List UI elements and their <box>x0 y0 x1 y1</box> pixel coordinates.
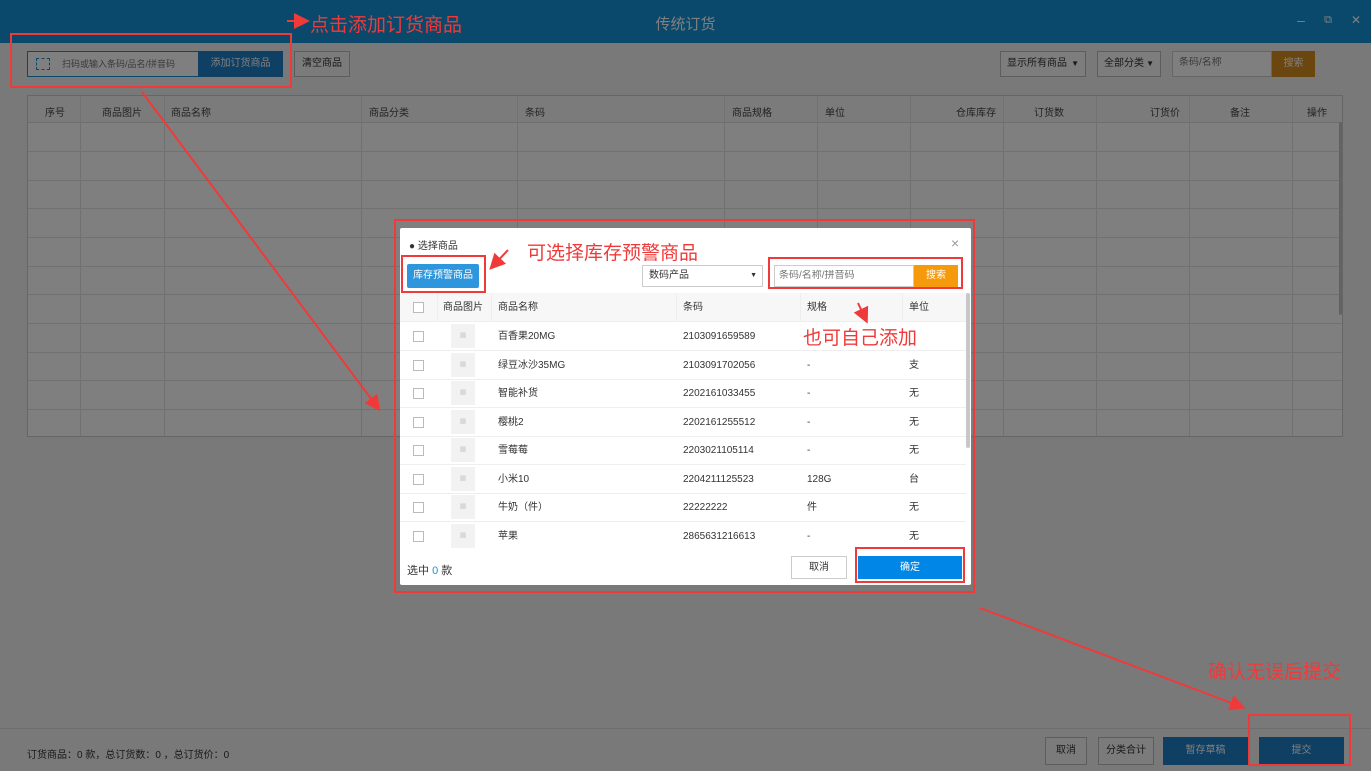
arrow-to-submit <box>979 607 1246 711</box>
arrow-self-add-hint <box>853 302 869 324</box>
annotation-arrows <box>141 13 1246 711</box>
arrow-to-dialog <box>141 91 381 412</box>
arrow-warning-hint <box>489 249 509 270</box>
